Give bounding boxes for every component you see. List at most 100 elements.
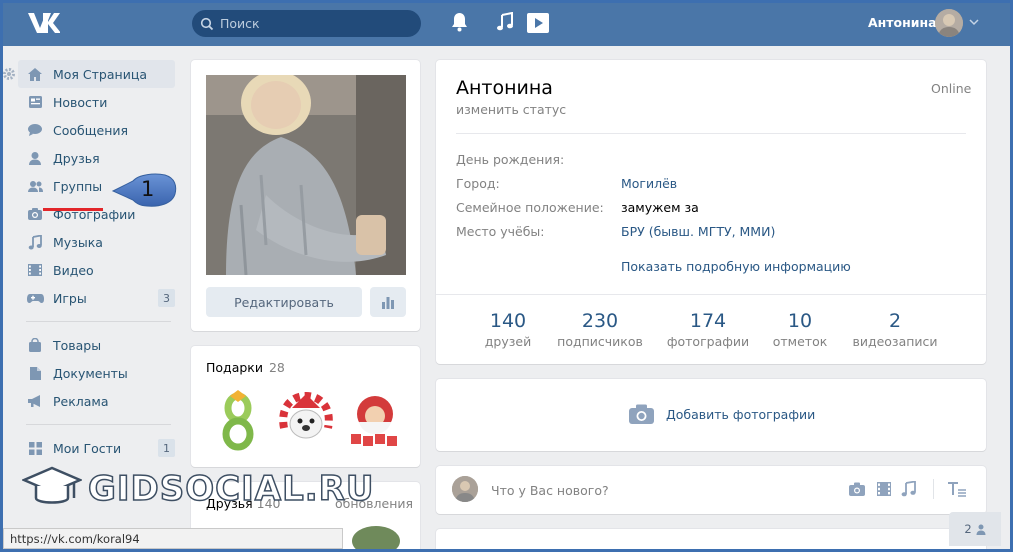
callout-number: 1	[141, 177, 155, 201]
left-nav: Моя Страница Новости Сообщения Друзья Гр…	[18, 60, 175, 462]
music-icon	[26, 234, 44, 250]
profile-divider	[456, 133, 966, 134]
nav-item-label: Моя Страница	[53, 66, 147, 82]
document-icon	[26, 365, 44, 381]
info-value-city[interactable]: Могилёв	[621, 176, 677, 191]
nav-item-label: Новости	[53, 94, 108, 110]
friend-avatar[interactable]	[352, 526, 400, 552]
nav-item-video[interactable]: Видео	[18, 256, 175, 284]
nav-item-goods[interactable]: Товары	[18, 331, 175, 359]
nav-item-news[interactable]: Новости	[18, 88, 175, 116]
search-box[interactable]	[192, 10, 421, 37]
nav-item-my-guests[interactable]: Мои Гости 1	[18, 434, 175, 462]
watermark-text: GIDSOCIAL.RU	[87, 468, 375, 510]
nav-item-ads[interactable]: Реклама	[18, 387, 175, 415]
games-badge[interactable]: 3	[158, 289, 175, 307]
gift-bear-icon[interactable]	[276, 388, 336, 452]
friends-icon	[26, 150, 44, 166]
messages-badge[interactable]: 2	[949, 512, 1001, 546]
gift-santa-icon[interactable]	[343, 388, 403, 452]
nav-item-label: Игры	[53, 290, 87, 306]
nav-item-games[interactable]: Игры 3	[18, 284, 175, 312]
post-divider	[933, 479, 934, 499]
red-underline-annotation	[43, 208, 103, 211]
attach-video-icon[interactable]	[876, 481, 892, 497]
music-note-icon[interactable]	[496, 12, 514, 32]
nav-divider	[26, 424, 171, 425]
profile-name: Антонина	[456, 77, 553, 99]
top-bar: Антонина	[0, 0, 1013, 46]
nav-item-friends[interactable]: Друзья	[18, 144, 175, 172]
attach-music-icon[interactable]	[901, 481, 916, 497]
megaphone-icon	[26, 393, 44, 409]
play-icon[interactable]	[526, 12, 550, 34]
chevron-down-icon[interactable]	[969, 18, 979, 26]
wall-card	[436, 529, 986, 552]
add-photos-button[interactable]: Добавить фотографии	[628, 403, 815, 425]
edit-profile-button[interactable]: Редактировать	[206, 287, 362, 317]
info-label-relationship: Семейное положение:	[456, 200, 604, 215]
nav-item-label: Видео	[53, 262, 94, 278]
info-value-education[interactable]: БРУ (бывш. МГТУ, ММИ)	[621, 224, 775, 239]
stats-button[interactable]	[370, 287, 406, 317]
gifts-count: 28	[268, 360, 285, 375]
stat-tags[interactable]: 10 отметок	[768, 310, 832, 349]
bar-chart-icon	[382, 296, 394, 309]
profile-photo[interactable]	[206, 75, 406, 275]
add-photos-label: Добавить фотографии	[666, 406, 816, 422]
camera-icon	[629, 404, 654, 424]
stats-divider	[436, 294, 986, 295]
messages-icon	[26, 122, 44, 138]
video-icon	[26, 262, 44, 278]
info-label-city: Город:	[456, 176, 500, 191]
groups-icon	[26, 178, 44, 194]
bag-icon	[26, 337, 44, 353]
info-label-education: Место учёбы:	[456, 224, 545, 239]
person-icon	[976, 524, 986, 535]
new-post-input[interactable]: Что у Вас нового?	[491, 483, 609, 498]
nav-item-my-page[interactable]: Моя Страница	[18, 60, 175, 88]
stat-friends[interactable]: 140 друзей	[478, 310, 538, 349]
stat-photos[interactable]: 174 фотографии	[665, 310, 751, 349]
nav-item-label: Товары	[53, 337, 102, 353]
watermark: GIDSOCIAL.RU	[22, 464, 374, 514]
status-bar-url: https://vk.com/koral94	[3, 528, 343, 549]
gear-icon[interactable]	[2, 67, 16, 81]
messages-count: 2	[964, 522, 972, 536]
online-status: Online	[931, 81, 972, 96]
nav-item-label: Группы	[53, 178, 103, 194]
nav-item-documents[interactable]: Документы	[18, 359, 175, 387]
attach-photo-icon[interactable]	[848, 481, 866, 497]
user-name[interactable]: Антонина	[868, 15, 937, 30]
info-label-birthday: День рождения:	[456, 152, 565, 167]
home-icon	[26, 66, 44, 82]
graduation-cap-icon	[22, 466, 82, 504]
nav-item-label: Реклама	[53, 393, 109, 409]
news-icon	[26, 94, 44, 110]
gifts-title[interactable]: Подарки 28	[206, 360, 285, 375]
change-status-link[interactable]: изменить статус	[456, 102, 566, 117]
stat-followers[interactable]: 230 подписчиков	[555, 310, 645, 349]
grid-icon	[26, 440, 44, 456]
nav-item-label: Музыка	[53, 234, 103, 250]
guests-badge[interactable]: 1	[158, 439, 175, 457]
games-icon	[26, 290, 44, 306]
nav-item-label: Мои Гости	[53, 440, 122, 456]
vk-logo[interactable]	[26, 10, 60, 36]
nav-item-music[interactable]: Музыка	[18, 228, 175, 256]
user-avatar[interactable]	[935, 9, 963, 37]
stat-videos[interactable]: 2 видеозаписи	[850, 310, 940, 349]
nav-item-label: Друзья	[53, 150, 100, 166]
search-input[interactable]	[220, 16, 410, 31]
gift-eight-icon[interactable]	[210, 388, 270, 452]
text-format-icon[interactable]	[947, 481, 967, 497]
search-icon	[200, 17, 214, 30]
nav-item-messages[interactable]: Сообщения	[18, 116, 175, 144]
show-more-info-link[interactable]: Показать подробную информацию	[621, 259, 851, 274]
bell-icon[interactable]	[451, 12, 468, 32]
camera-icon	[26, 206, 44, 222]
nav-item-label: Сообщения	[53, 122, 129, 138]
info-value-relationship: замужем за	[621, 200, 699, 215]
nav-divider	[26, 321, 171, 322]
post-avatar	[452, 476, 478, 502]
